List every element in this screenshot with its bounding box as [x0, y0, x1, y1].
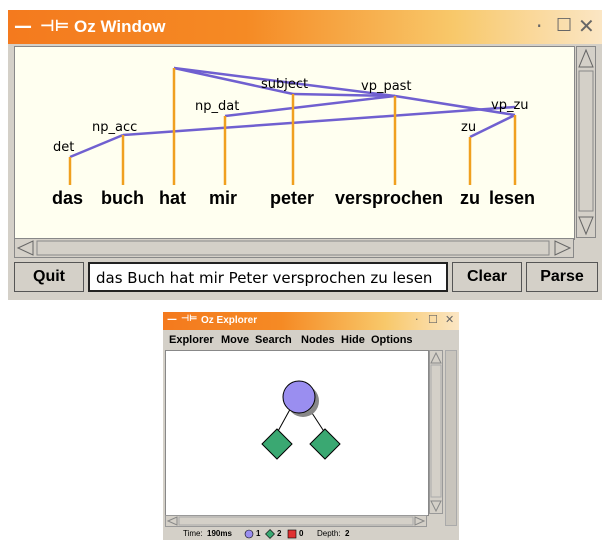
failure-count: 0: [299, 529, 304, 538]
oz-window: — ⊣⊨ Oz Window · ☐ ✕ det np_acc np_dat s…: [8, 10, 602, 300]
explorer-scroll-left-icon[interactable]: [166, 516, 178, 526]
choice-count: 1: [256, 529, 261, 538]
word-lesen: lesen: [489, 188, 535, 208]
explorer-scale-bar[interactable]: [445, 350, 457, 526]
edge-np-acc: [122, 105, 516, 137]
menu-search[interactable]: Search: [255, 334, 292, 346]
solution-count: 2: [277, 529, 282, 538]
explorer-scroll-up-icon[interactable]: [430, 351, 442, 364]
solution-node-icon: [265, 529, 275, 539]
parse-button[interactable]: Parse: [526, 262, 598, 292]
vertical-scrollbar[interactable]: [576, 46, 596, 238]
horizontal-scroll-thumb[interactable]: [36, 240, 550, 256]
pin-icon[interactable]: ⊣⊨: [40, 16, 69, 35]
choice-node-icon: [244, 529, 254, 539]
explorer-window-menu-icon[interactable]: —: [167, 314, 177, 325]
label-np-dat: np_dat: [195, 99, 239, 114]
scroll-left-icon[interactable]: [16, 240, 34, 256]
scroll-right-icon[interactable]: [554, 240, 572, 256]
quit-button[interactable]: Quit: [14, 262, 84, 292]
window-menu-icon[interactable]: —: [14, 16, 32, 37]
edge-zu: [469, 113, 516, 139]
explorer-statusbar: Time: 190ms 1 2 0 Depth: 2: [163, 528, 459, 540]
depth-value: 2: [345, 529, 350, 538]
time-value: 190ms: [207, 529, 232, 538]
word-hat: hat: [159, 188, 186, 208]
explorer-scroll-right-icon[interactable]: [414, 516, 426, 526]
explorer-scroll-down-icon[interactable]: [430, 500, 442, 513]
oz-explorer-titlebar[interactable]: — ⊣⊨ Oz Explorer · ☐ ✕: [163, 312, 459, 330]
label-vp-past: vp_past: [361, 79, 412, 94]
explorer-vertical-scrollbar[interactable]: [429, 350, 443, 514]
choice-node[interactable]: [282, 380, 316, 414]
maximize-icon[interactable]: ☐: [556, 15, 572, 36]
label-vp-zu: vp_zu: [491, 98, 529, 113]
parse-tree-canvas: det np_acc np_dat subject vp_past vp_zu …: [14, 46, 575, 240]
edge-det: [69, 133, 124, 159]
explorer-title: Oz Explorer: [201, 315, 258, 326]
label-det: det: [53, 140, 74, 155]
scroll-up-icon[interactable]: [578, 48, 594, 68]
vertical-scroll-thumb[interactable]: [578, 70, 594, 212]
label-zu: zu: [461, 120, 476, 135]
minimize-icon[interactable]: ·: [536, 14, 542, 38]
time-label: Time:: [183, 529, 203, 538]
search-tree: [261, 380, 341, 460]
scroll-down-icon[interactable]: [578, 216, 594, 236]
explorer-pin-icon[interactable]: ⊣⊨: [181, 314, 197, 324]
explorer-close-icon[interactable]: ✕: [445, 313, 454, 326]
oz-window-titlebar[interactable]: — ⊣⊨ Oz Window · ☐ ✕: [8, 10, 602, 44]
oz-explorer-window: — ⊣⊨ Oz Explorer · ☐ ✕ Explorer Move Sea…: [163, 312, 459, 540]
label-np-acc: np_acc: [92, 120, 137, 135]
explorer-hscroll-thumb[interactable]: [178, 516, 414, 526]
sentence-input[interactable]: das Buch hat mir Peter versprochen zu le…: [88, 262, 448, 292]
search-tree-canvas: [165, 350, 429, 516]
solution-node[interactable]: [309, 428, 341, 460]
menu-explorer[interactable]: Explorer: [169, 334, 214, 346]
solution-node[interactable]: [261, 428, 293, 460]
explorer-menubar: Explorer Move Search Nodes Hide Options: [163, 332, 459, 350]
explorer-maximize-icon[interactable]: ☐: [428, 313, 438, 326]
menu-move[interactable]: Move: [221, 334, 249, 346]
failure-node-icon: [287, 529, 297, 539]
explorer-minimize-icon[interactable]: ·: [415, 313, 419, 326]
menu-nodes[interactable]: Nodes: [301, 334, 335, 346]
horizontal-scrollbar[interactable]: [14, 238, 574, 258]
clear-button[interactable]: Clear: [452, 262, 522, 292]
word-versprochen: versprochen: [335, 188, 443, 208]
depth-label: Depth:: [317, 529, 341, 538]
edge-np-dat: [224, 94, 396, 118]
menu-hide[interactable]: Hide: [341, 334, 365, 346]
explorer-horizontal-scrollbar[interactable]: [165, 515, 427, 527]
word-buch: buch: [101, 188, 144, 208]
word-zu: zu: [460, 188, 480, 208]
label-subject: subject: [261, 77, 308, 92]
word-mir: mir: [209, 188, 237, 208]
dependency-tree: det np_acc np_dat subject vp_past vp_zu …: [52, 66, 535, 208]
word-das: das: [52, 188, 83, 208]
word-peter: peter: [270, 188, 314, 208]
menu-options[interactable]: Options: [371, 334, 413, 346]
close-icon[interactable]: ✕: [578, 14, 595, 38]
window-title: Oz Window: [74, 17, 166, 36]
explorer-vscroll-thumb[interactable]: [430, 364, 442, 498]
